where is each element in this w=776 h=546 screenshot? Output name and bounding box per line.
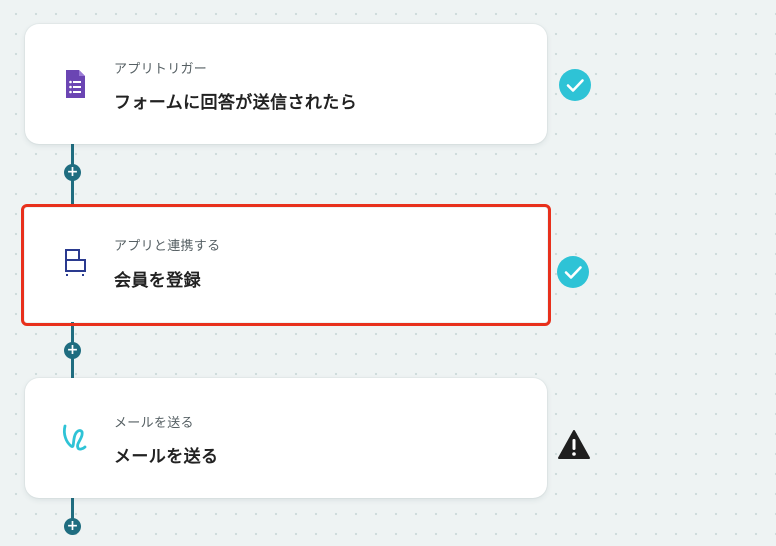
- step-caption: メールを送る: [114, 416, 194, 431]
- step-title: フォームに回答が送信されたら: [114, 93, 358, 113]
- add-step-button[interactable]: +: [64, 164, 81, 181]
- step-title: メールを送る: [114, 447, 219, 467]
- flow-canvas: + + + アプリトリガー フォームに回答が送信されたら アプリと連携する 会員…: [0, 0, 776, 546]
- add-step-button[interactable]: +: [64, 518, 81, 535]
- step-card-trigger[interactable]: アプリトリガー フォームに回答が送信されたら: [25, 24, 547, 144]
- google-forms-icon: [59, 68, 91, 100]
- step-card-send-mail[interactable]: メールを送る メールを送る: [25, 378, 547, 498]
- step-card-register-member[interactable]: アプリと連携する 会員を登録: [21, 204, 551, 326]
- mail-send-icon: [59, 420, 91, 452]
- member-app-icon: [59, 246, 91, 278]
- step-title: 会員を登録: [114, 271, 201, 291]
- step-caption: アプリトリガー: [114, 62, 208, 77]
- check-icon: [558, 68, 592, 102]
- check-icon: [556, 255, 590, 289]
- warning-icon: [557, 428, 591, 462]
- add-step-button[interactable]: +: [64, 342, 81, 359]
- step-caption: アプリと連携する: [114, 239, 221, 254]
